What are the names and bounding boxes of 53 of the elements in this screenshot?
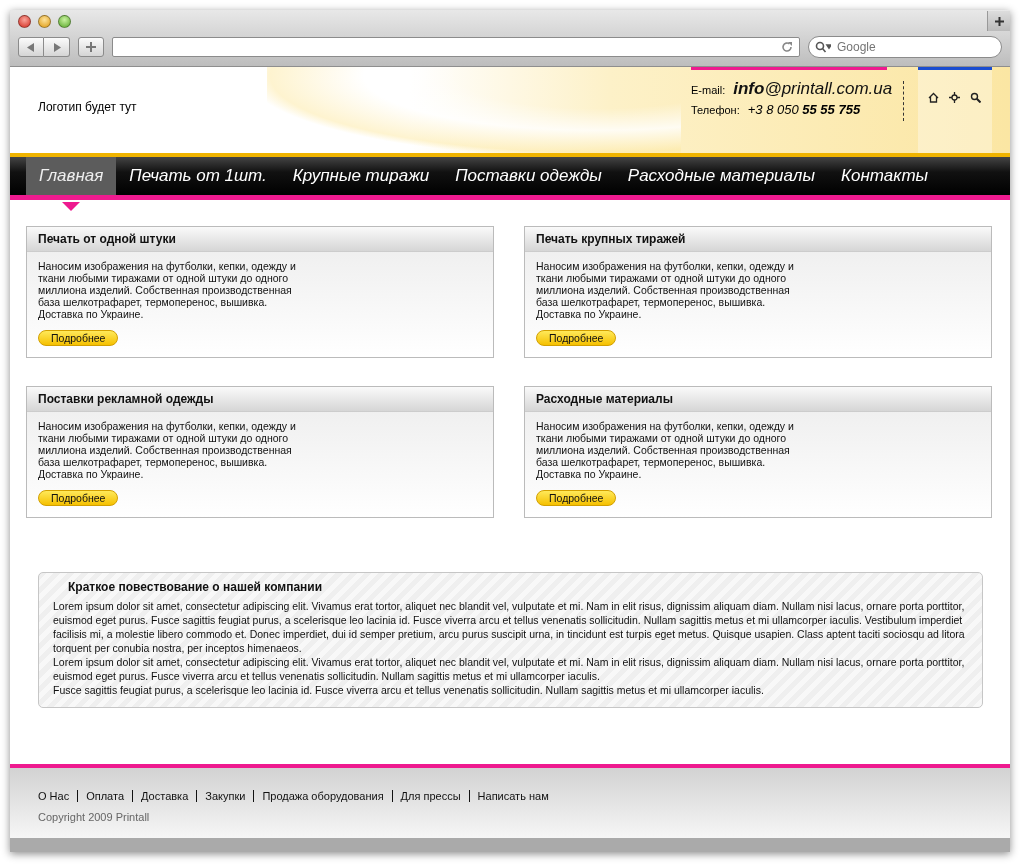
card-text: Наносим изображения на футболки, кепки, одежду и ткани любыми тиражами от одной штуки до одного миллиона изделий. Собственная производственная база шелкотрафарет, термоперенос, вышивка. Доставка по Украине. xyxy=(536,260,794,320)
nav-tab[interactable]: Крупные тиражи xyxy=(279,157,443,195)
footer-link[interactable]: Доставка xyxy=(132,790,197,802)
back-button[interactable] xyxy=(18,37,44,57)
nav-tab[interactable]: Поставки одежды xyxy=(442,157,615,195)
plus-icon xyxy=(86,42,96,52)
address-field[interactable] xyxy=(112,37,800,57)
plus-icon xyxy=(994,16,1004,26)
phone-label: Телефон: xyxy=(691,104,740,116)
add-bookmark-button[interactable] xyxy=(78,37,104,57)
nav-tab[interactable]: Контакты xyxy=(827,157,942,195)
footer-link[interactable]: Оплата xyxy=(77,790,133,802)
search-field[interactable]: Google xyxy=(808,36,1002,58)
footer-link[interactable]: О Нас xyxy=(38,790,78,802)
logo-text: Логотип будет тут xyxy=(38,100,137,114)
more-button[interactable]: Подробнее xyxy=(536,490,617,506)
footer-link[interactable]: Продажа оборудования xyxy=(253,790,392,802)
more-button[interactable]: Подробнее xyxy=(38,330,119,346)
email-link[interactable]: info@printall.com.ua xyxy=(733,79,893,99)
card-text: Наносим изображения на футболки, кепки, одежду и ткани любыми тиражами от одной штуки до одного миллиона изделий. Собственная производственная база шелкотрафарет, термоперенос, вышивка. Доставка по Украине. xyxy=(536,420,794,480)
card-title: Печать от одной штуки xyxy=(38,232,176,246)
about-paragraph: Fusce sagittis feugiat purus, a scelerisque leo lacinia id. Fusce viverra arcu et tellus venenatis sollicitudin. Nullam sagittis metus et mi ullamcorper iaculis. xyxy=(53,683,764,697)
card-title: Печать крупных тиражей xyxy=(536,232,686,246)
search-icon xyxy=(815,41,831,53)
crosshair-icon[interactable] xyxy=(949,92,960,103)
about-paragraph: Lorem ipsum dolor sit amet, consectetur adipiscing elit. Vivamus erat tortor, aliquet nec blandit vel, vulputate et mi. Nam in elit risus, dignissim aliquam diam. Nullam nisi lacus, ornare porta porttitor, euismod eget purus. Fusce sagittis feugiat purus, a scelerisque leo lacinia id. Fusce viverra arcu et tellus venenatis sollicitudin. Nullam sagittis metus et mi ullamcorper iaculis. Vestibulum imperdiet facilisis mi, a molestie libero commodo et. Donec imperdiet, dui id semper pretium, arcu purus suscipit urna, in tincidunt est turpis eget metus. Quisque usapien. Class aptent taciti sociosqu ad litora torquent per conubia nostra, per inceptos himenaeos. xyxy=(53,599,966,655)
right-triangle-icon xyxy=(52,42,61,52)
close-icon[interactable] xyxy=(18,14,31,28)
active-pointer-icon xyxy=(62,202,81,211)
home-icon[interactable] xyxy=(928,92,939,103)
left-triangle-icon xyxy=(27,42,35,52)
card-text: Наносим изображения на футболки, кепки, одежду и ткани любыми тиражами от одной штуки до одного миллиона изделий. Собственная производственная база шелкотрафарет, термоперенос, вышивка. Доставка по Украине. xyxy=(38,420,296,480)
email-label: E-mail: xyxy=(691,84,726,96)
footer-link[interactable]: Написать нам xyxy=(468,790,557,802)
copyright-text: Copyright 2009 Printall xyxy=(38,811,150,823)
nav-tab[interactable]: Печать от 1шт. xyxy=(116,157,280,195)
nav-tab[interactable]: Расходные материалы xyxy=(614,157,828,195)
forward-button[interactable] xyxy=(44,37,70,57)
phone-number: +3 8 050 55 55 755 xyxy=(747,102,861,117)
search-icon[interactable] xyxy=(970,92,981,103)
reload-icon[interactable] xyxy=(781,41,793,53)
about-title: Краткое повествование о нашей компании xyxy=(68,580,323,594)
card-title: Расходные материалы xyxy=(536,392,673,406)
new-tab-button[interactable] xyxy=(987,11,1010,31)
footer-link[interactable]: Закупки xyxy=(196,790,254,802)
card-title: Поставки рекламной одежды xyxy=(38,392,214,406)
minimize-icon[interactable] xyxy=(38,14,51,28)
more-button[interactable]: Подробнее xyxy=(38,490,119,506)
footer-link[interactable]: Для прессы xyxy=(391,790,469,802)
more-button[interactable]: Подробнее xyxy=(536,330,617,346)
card-text: Наносим изображения на футболки, кепки, одежду и ткани любыми тиражами от одной штуки до одного миллиона изделий. Собственная производственная база шелкотрафарет, термоперенос, вышивка. Доставка по Украине. xyxy=(38,260,296,320)
about-paragraph: Lorem ipsum dolor sit amet, consectetur adipiscing elit. Vivamus erat tortor, aliquet nec blandit vel, vulputate et mi. Nam in elit risus, dignissim aliquam diam. Nullam nisi lacus, ornare porta porttitor, euismod eget purus. Fusce viverra arcu et tellus venenatis sollicitudin. Nullam sagittis metus et mi ullamcorper iaculis. xyxy=(53,655,966,683)
zoom-icon[interactable] xyxy=(58,14,71,28)
